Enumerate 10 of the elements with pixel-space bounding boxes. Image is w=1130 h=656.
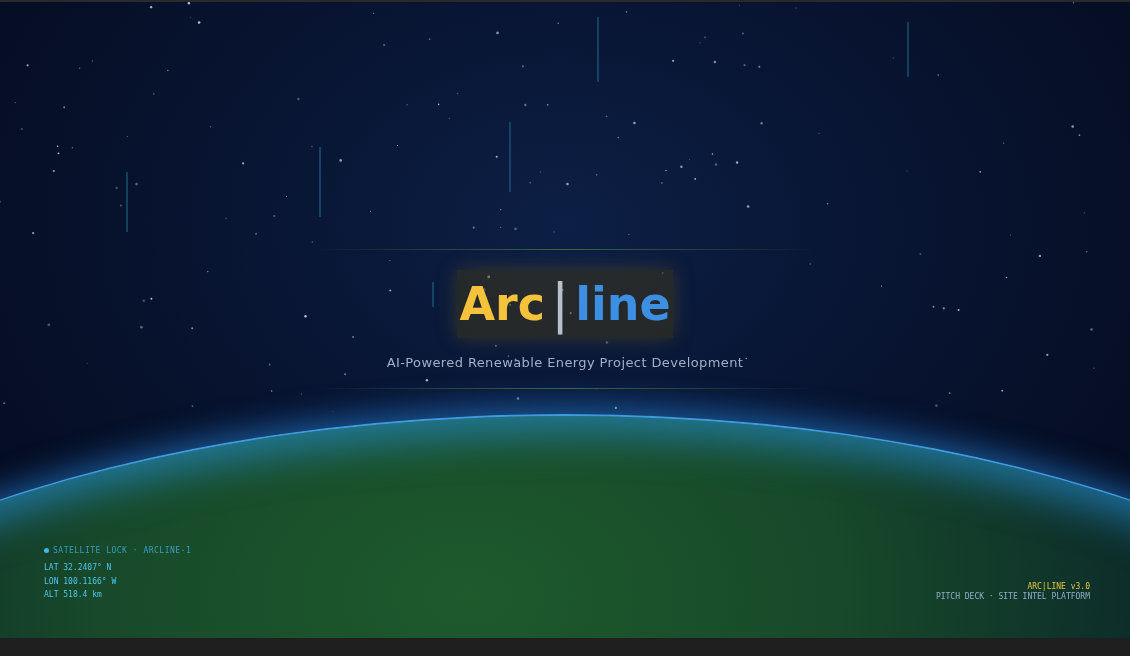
logo-text: Arc (459, 276, 545, 333)
platform-label: PITCH DECK · SITE INTEL PLATFORM (935, 592, 1090, 601)
tagline: AI-Powered Renewable Energy Project Development (386, 355, 744, 370)
coordinate-reading: LON 100.1166° W (44, 575, 118, 588)
coordinate-reading: ALT 518.4 km (44, 589, 103, 601)
logo-separator: | (550, 272, 570, 336)
coordinate-reading: LAT 32.2407° N (44, 562, 113, 574)
version-label: ARC|LINE v3.0 (1026, 582, 1090, 591)
logo-text: line (575, 276, 671, 333)
satellite-status: SATELLITE LOCK · ARCLINE-1 (53, 546, 192, 555)
